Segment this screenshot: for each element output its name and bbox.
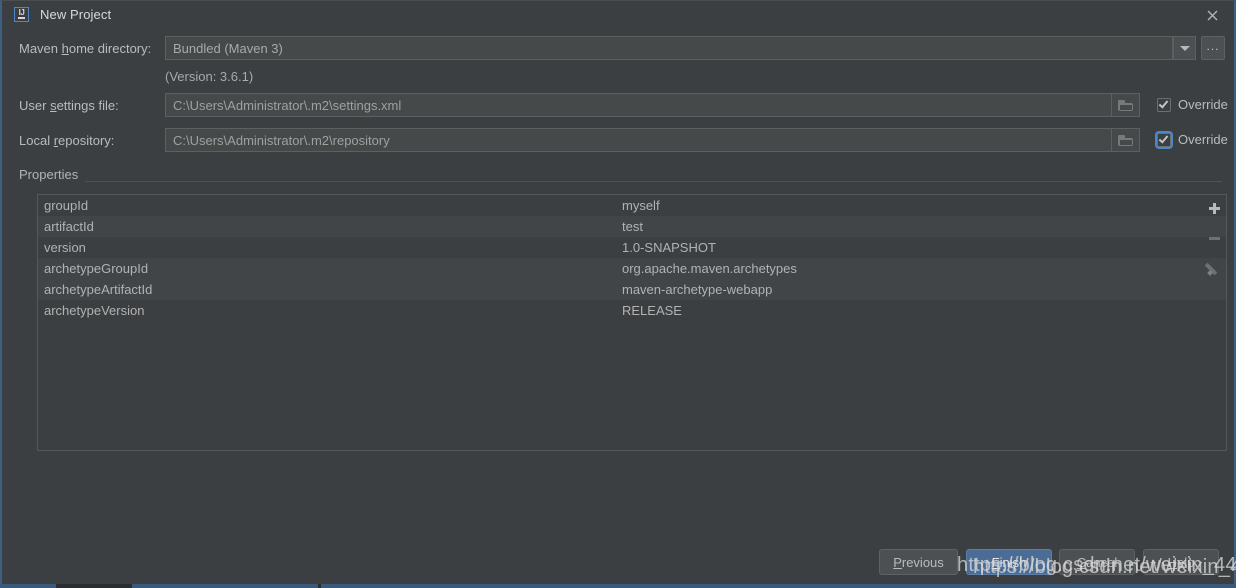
checkbox-box[interactable]	[1157, 132, 1171, 147]
intellij-idea-icon: IJ	[14, 7, 29, 22]
new-project-dialog: IJ New Project Maven home directory: Bun…	[0, 0, 1236, 588]
title-bar: IJ New Project	[2, 1, 1234, 28]
maven-home-browse-button[interactable]: ...	[1201, 36, 1225, 60]
property-key: artifactId	[44, 219, 94, 234]
cancel-button[interactable]: Cancel	[1059, 549, 1135, 575]
taskbar-strip	[0, 584, 1236, 588]
local-repository-row: Local repository:	[19, 128, 114, 152]
property-value: org.apache.maven.archetypes	[622, 261, 797, 276]
properties-table[interactable]: groupId myself artifactId test version 1…	[37, 194, 1227, 451]
local-repository-override-checkbox[interactable]: Override	[1157, 132, 1228, 147]
close-icon[interactable]	[1198, 3, 1226, 27]
minus-icon[interactable]	[1204, 228, 1225, 249]
maven-home-label: Maven home directory:	[19, 40, 152, 56]
maven-home-value[interactable]: Bundled (Maven 3)	[165, 36, 1173, 60]
property-key: version	[44, 240, 86, 255]
properties-separator	[19, 181, 1222, 182]
table-row[interactable]: version 1.0-SNAPSHOT	[38, 237, 1226, 258]
table-row[interactable]: archetypeArtifactId maven-archetype-weba…	[38, 279, 1226, 300]
local-repository-field-group[interactable]: C:\Users\Administrator\.m2\repository	[165, 128, 1140, 152]
window-title: New Project	[40, 7, 112, 22]
property-key: archetypeArtifactId	[44, 282, 153, 297]
chevron-down-icon[interactable]	[1173, 36, 1196, 60]
properties-group-label: Properties	[19, 167, 86, 182]
user-settings-label: User settings file:	[19, 97, 119, 113]
folder-icon[interactable]	[1112, 93, 1140, 117]
user-settings-input[interactable]: C:\Users\Administrator\.m2\settings.xml	[165, 93, 1112, 117]
local-repository-override-label: Override	[1178, 132, 1228, 147]
user-settings-override-label: Override	[1178, 97, 1228, 112]
local-repository-input[interactable]: C:\Users\Administrator\.m2\repository	[165, 128, 1112, 152]
help-button[interactable]: Help	[1143, 549, 1219, 575]
plus-icon[interactable]	[1204, 198, 1225, 219]
property-key: archetypeGroupId	[44, 261, 149, 276]
table-row[interactable]: artifactId test	[38, 216, 1226, 237]
property-value: test	[622, 219, 643, 234]
property-value: myself	[622, 198, 660, 213]
property-key: archetypeVersion	[44, 303, 145, 318]
property-value: maven-archetype-webapp	[622, 282, 773, 297]
user-settings-override-checkbox[interactable]: Override	[1157, 97, 1228, 112]
user-settings-row: User settings file:	[19, 93, 119, 117]
property-key: groupId	[44, 198, 89, 213]
local-repository-label: Local repository:	[19, 132, 115, 148]
table-row[interactable]: archetypeVersion RELEASE	[38, 300, 1226, 321]
previous-button[interactable]: Previous	[879, 549, 958, 575]
maven-home-row: Maven home directory:	[19, 36, 151, 60]
user-settings-field-group[interactable]: C:\Users\Administrator\.m2\settings.xml	[165, 93, 1140, 117]
checkbox-box[interactable]	[1157, 97, 1171, 112]
maven-version-note: (Version: 3.6.1)	[165, 69, 254, 84]
folder-icon[interactable]	[1112, 128, 1140, 152]
table-row[interactable]: archetypeGroupId org.apache.maven.archet…	[38, 258, 1226, 279]
properties-toolbar	[1202, 194, 1227, 451]
table-row[interactable]: groupId myself	[38, 195, 1226, 216]
property-value: RELEASE	[622, 303, 682, 318]
property-value: 1.0-SNAPSHOT	[622, 240, 716, 255]
finish-button[interactable]: Finish	[966, 549, 1052, 575]
pencil-icon[interactable]	[1204, 257, 1225, 278]
maven-home-combobox[interactable]: Bundled (Maven 3)	[165, 36, 1196, 60]
